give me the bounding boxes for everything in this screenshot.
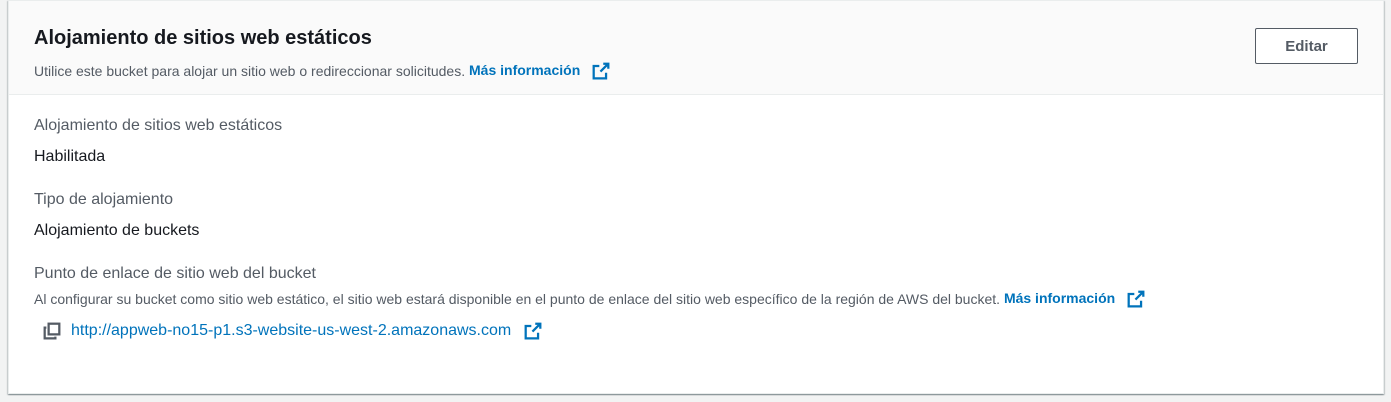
endpoint-row: http://appweb-no15-p1.s3-website-us-west… <box>43 322 1358 340</box>
field-label: Alojamiento de sitios web estáticos <box>34 117 283 134</box>
external-link-icon <box>592 62 610 80</box>
edit-button[interactable]: Editar <box>1255 28 1358 64</box>
static-website-hosting-panel: Alojamiento de sitios web estáticos Util… <box>8 0 1384 394</box>
panel-description: Utilice este bucket para alojar un sitio… <box>34 61 1358 80</box>
field-label: Tipo de alojamiento <box>34 191 174 208</box>
more-info-label: Más información <box>469 62 581 78</box>
field-hosting: Alojamiento de sitios web estáticos Habi… <box>34 116 1358 167</box>
endpoint-more-info-link[interactable]: Más información <box>1004 289 1145 308</box>
field-label: Punto de enlace de sitio web del bucket <box>34 265 316 282</box>
field-hosting-type: Tipo de alojamiento Alojamiento de bucke… <box>34 190 1358 241</box>
field-value: Habilitada <box>34 148 106 165</box>
endpoint-url-link[interactable]: http://appweb-no15-p1.s3-website-us-west… <box>71 322 542 340</box>
panel-title: Alojamiento de sitios web estáticos <box>34 27 372 49</box>
more-info-link[interactable]: Más información <box>469 61 610 80</box>
external-link-icon <box>524 322 542 340</box>
field-help-text-content: Al configurar su bucket como sitio web e… <box>34 290 1001 307</box>
panel-header: Alojamiento de sitios web estáticos Util… <box>9 1 1383 95</box>
more-info-label: Más información <box>1003 290 1116 306</box>
panel-description-text: Utilice este bucket para alojar un sitio… <box>34 62 466 79</box>
copy-icon[interactable] <box>43 322 61 340</box>
external-link-icon <box>1127 290 1145 308</box>
field-value: Alojamiento de buckets <box>34 222 200 239</box>
field-endpoint: Punto de enlace de sitio web del bucket … <box>34 264 1358 341</box>
field-help-text: Al configurar su bucket como sitio web e… <box>34 289 1358 308</box>
panel-body: Alojamiento de sitios web estáticos Habi… <box>9 95 1383 341</box>
endpoint-url: http://appweb-no15-p1.s3-website-us-west… <box>71 322 512 340</box>
